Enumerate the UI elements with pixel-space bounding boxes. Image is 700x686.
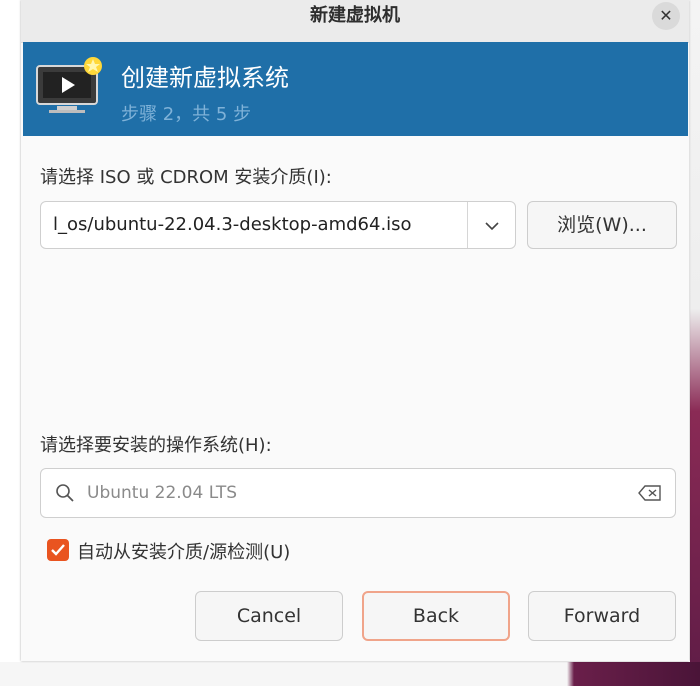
step-indicator: 步骤 2，共 5 步 bbox=[121, 104, 252, 125]
close-icon: ✕ bbox=[659, 6, 673, 25]
desktop-background bbox=[690, 0, 700, 686]
iso-path-combobox[interactable]: l_os/ubuntu-22.04.3-desktop-amd64.iso bbox=[40, 201, 516, 249]
os-search-input[interactable]: Ubuntu 22.04 LTS bbox=[40, 468, 676, 518]
iso-media-label: 请选择 ISO 或 CDROM 安装介质(I): bbox=[40, 167, 332, 188]
checkmark-icon bbox=[51, 544, 65, 556]
os-search-value[interactable]: Ubuntu 22.04 LTS bbox=[87, 483, 237, 503]
forward-button[interactable]: Forward bbox=[528, 591, 676, 641]
back-button[interactable]: Back bbox=[362, 591, 510, 641]
title-bar[interactable]: 新建虚拟机 ✕ bbox=[21, 0, 689, 43]
iso-path-value[interactable]: l_os/ubuntu-22.04.3-desktop-amd64.iso bbox=[53, 214, 412, 235]
cancel-button[interactable]: Cancel bbox=[195, 591, 343, 641]
combobox-dropdown-button[interactable] bbox=[468, 202, 516, 248]
banner-title: 创建新虚拟系统 bbox=[121, 64, 289, 92]
close-button[interactable]: ✕ bbox=[652, 2, 680, 30]
wizard-banner: 创建新虚拟系统 步骤 2，共 5 步 bbox=[23, 42, 688, 136]
chevron-down-icon bbox=[485, 222, 499, 231]
search-icon bbox=[56, 484, 74, 502]
auto-detect-checkbox[interactable] bbox=[47, 539, 69, 561]
window-title: 新建虚拟机 bbox=[310, 5, 400, 26]
vm-screen-star-icon bbox=[36, 57, 102, 113]
desktop-background-bottom bbox=[0, 662, 700, 686]
clear-icon[interactable] bbox=[637, 484, 663, 502]
auto-detect-label[interactable]: 自动从安装介质/源检测(U) bbox=[77, 538, 290, 564]
browse-button[interactable]: 浏览(W)... bbox=[527, 201, 677, 249]
new-vm-dialog: 新建虚拟机 ✕ 创建新虚拟系统 步骤 2，共 5 步 请选择 ISO 或 CDR… bbox=[21, 0, 689, 661]
os-select-label: 请选择要安装的操作系统(H): bbox=[40, 435, 272, 456]
